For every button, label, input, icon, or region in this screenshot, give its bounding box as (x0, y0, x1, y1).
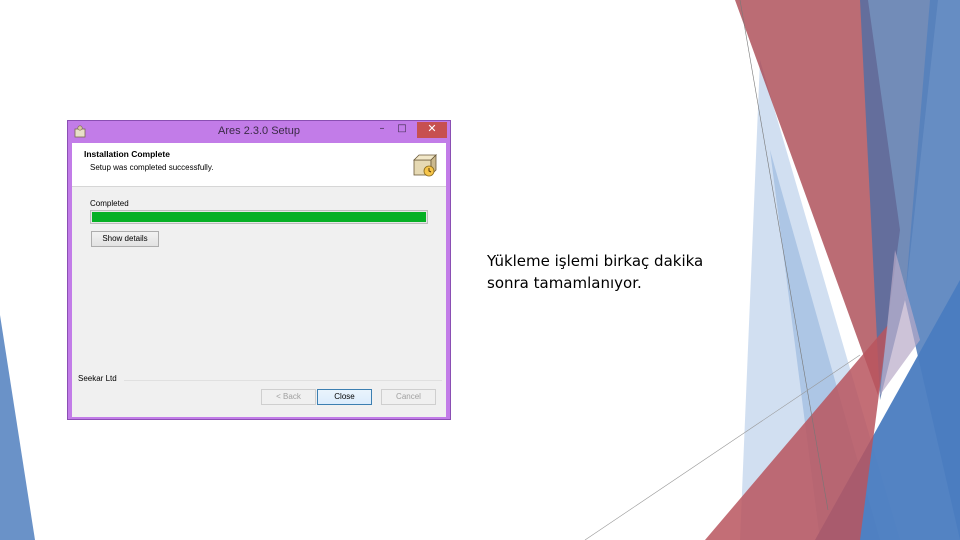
wizard-header: Installation Complete Setup was complete… (72, 143, 446, 187)
header-subtitle: Setup was completed successfully. (90, 163, 214, 172)
close-button[interactable]: Close (317, 389, 372, 405)
minimize-button[interactable]: – (374, 122, 390, 138)
cancel-button[interactable]: Cancel (381, 389, 436, 405)
title-bar[interactable]: Ares 2.3.0 Setup – □ ✕ (68, 121, 450, 143)
back-button[interactable]: < Back (261, 389, 316, 405)
header-title: Installation Complete (84, 149, 170, 159)
status-label: Completed (90, 199, 129, 208)
caption-line-1: Yükleme işlemi birkaç dakika (487, 252, 704, 270)
close-window-button[interactable]: ✕ (417, 122, 447, 138)
window-title: Ares 2.3.0 Setup (218, 125, 300, 137)
slide-caption: Yükleme işlemi birkaç dakika sonra tamam… (487, 250, 787, 294)
installer-box-icon (413, 154, 437, 177)
show-details-button[interactable]: Show details (91, 231, 159, 247)
window-content: Installation Complete Setup was complete… (72, 143, 446, 417)
left-blue-shard (0, 315, 35, 540)
maximize-button[interactable]: □ (394, 122, 410, 138)
setup-window: Ares 2.3.0 Setup – □ ✕ Installation Comp… (67, 120, 451, 420)
caption-line-2: sonra tamamlanıyor. (487, 274, 642, 292)
progress-bar (90, 210, 428, 224)
footer-divider (124, 380, 442, 381)
publisher-label: Seekar Ltd (78, 374, 117, 383)
progress-fill (92, 212, 426, 222)
